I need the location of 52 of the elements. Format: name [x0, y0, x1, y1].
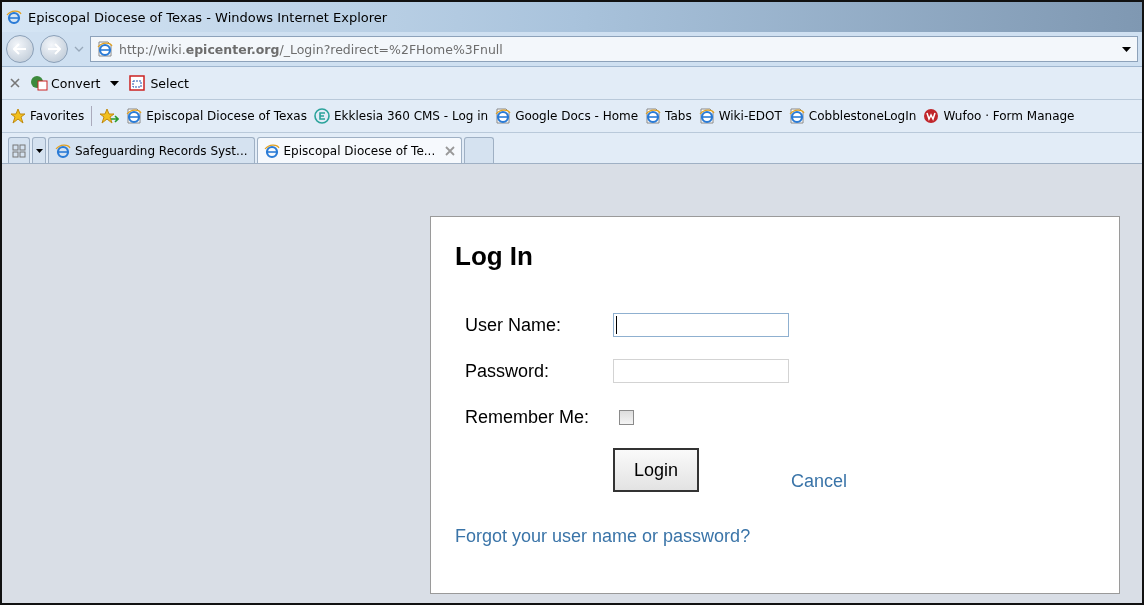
back-button[interactable] [6, 35, 34, 63]
input-field[interactable] [613, 313, 789, 337]
globe-icon [55, 142, 71, 159]
favorite-link[interactable]: Tabs [645, 108, 692, 124]
cancel-link[interactable]: Cancel [791, 471, 848, 492]
browser-tab[interactable]: Safeguarding Records Syst... [48, 137, 255, 163]
form-title: Log In [455, 241, 534, 272]
close-icon[interactable] [445, 145, 456, 156]
favorite-link[interactable]: Google Docs - Home [495, 108, 639, 124]
favorite-link[interactable]: Episcopal Diocese of Texas [126, 108, 307, 124]
field-label: Remember Me: [465, 406, 591, 428]
toolbar-button[interactable]: Convert [30, 75, 101, 91]
pdf-globe-icon [30, 75, 48, 91]
star-icon [10, 108, 26, 124]
window-title: Episcopal Diocese of Texas - Windows Internet Explorer [28, 9, 388, 25]
forward-arrow-icon [47, 43, 61, 55]
favorite-link[interactable]: Wiki-EDOT [698, 108, 782, 124]
circle-w-icon [923, 108, 940, 124]
login-button[interactable]: Login [613, 448, 699, 492]
forgot-password-link[interactable]: Forgot your user name or password? [455, 526, 751, 546]
field-label: Password: [465, 360, 551, 382]
page-icon [645, 108, 662, 124]
page-icon [698, 108, 715, 124]
pdf-select-icon [129, 75, 148, 91]
favorite-link[interactable]: CobblestoneLogIn [788, 108, 917, 124]
grid-icon [12, 143, 26, 158]
favorite-link[interactable]: Ekklesia 360 CMS - Log in [313, 108, 489, 124]
checkbox[interactable] [619, 409, 634, 425]
globe-icon [263, 142, 280, 159]
favorites-button[interactable]: Favorites [10, 108, 85, 124]
star-add-icon[interactable] [99, 108, 120, 124]
page-icon [788, 108, 805, 124]
back-arrow-icon [13, 43, 27, 55]
tab-list-button[interactable] [32, 137, 46, 163]
dropdown-caret-icon[interactable] [1122, 46, 1131, 52]
address-field[interactable]: http://wiki.epicenter.org/_Login?redirect=%2FHome%3Fnull [90, 36, 1138, 62]
circle-e-icon [313, 108, 330, 124]
toolbar-button[interactable]: Select [129, 75, 189, 91]
globe-icon [6, 9, 22, 25]
page-icon [97, 41, 113, 57]
caret-icon [35, 148, 43, 153]
close-icon[interactable] [10, 78, 20, 88]
field-label: User Name: [465, 314, 563, 336]
new-tab-button[interactable] [464, 137, 495, 163]
browser-tab[interactable]: Episcopal Diocese of Te... [256, 137, 463, 163]
dropdown-caret-icon[interactable] [110, 80, 120, 86]
page-icon [126, 108, 143, 124]
favorite-link[interactable]: Wufoo · Form Manage [923, 108, 1075, 124]
url-text: http://wiki.epicenter.org/_Login?redirect=%2FHome%3Fnull [119, 41, 503, 57]
page-icon [495, 108, 512, 124]
forward-button[interactable] [40, 35, 68, 63]
password-field[interactable] [613, 359, 789, 383]
